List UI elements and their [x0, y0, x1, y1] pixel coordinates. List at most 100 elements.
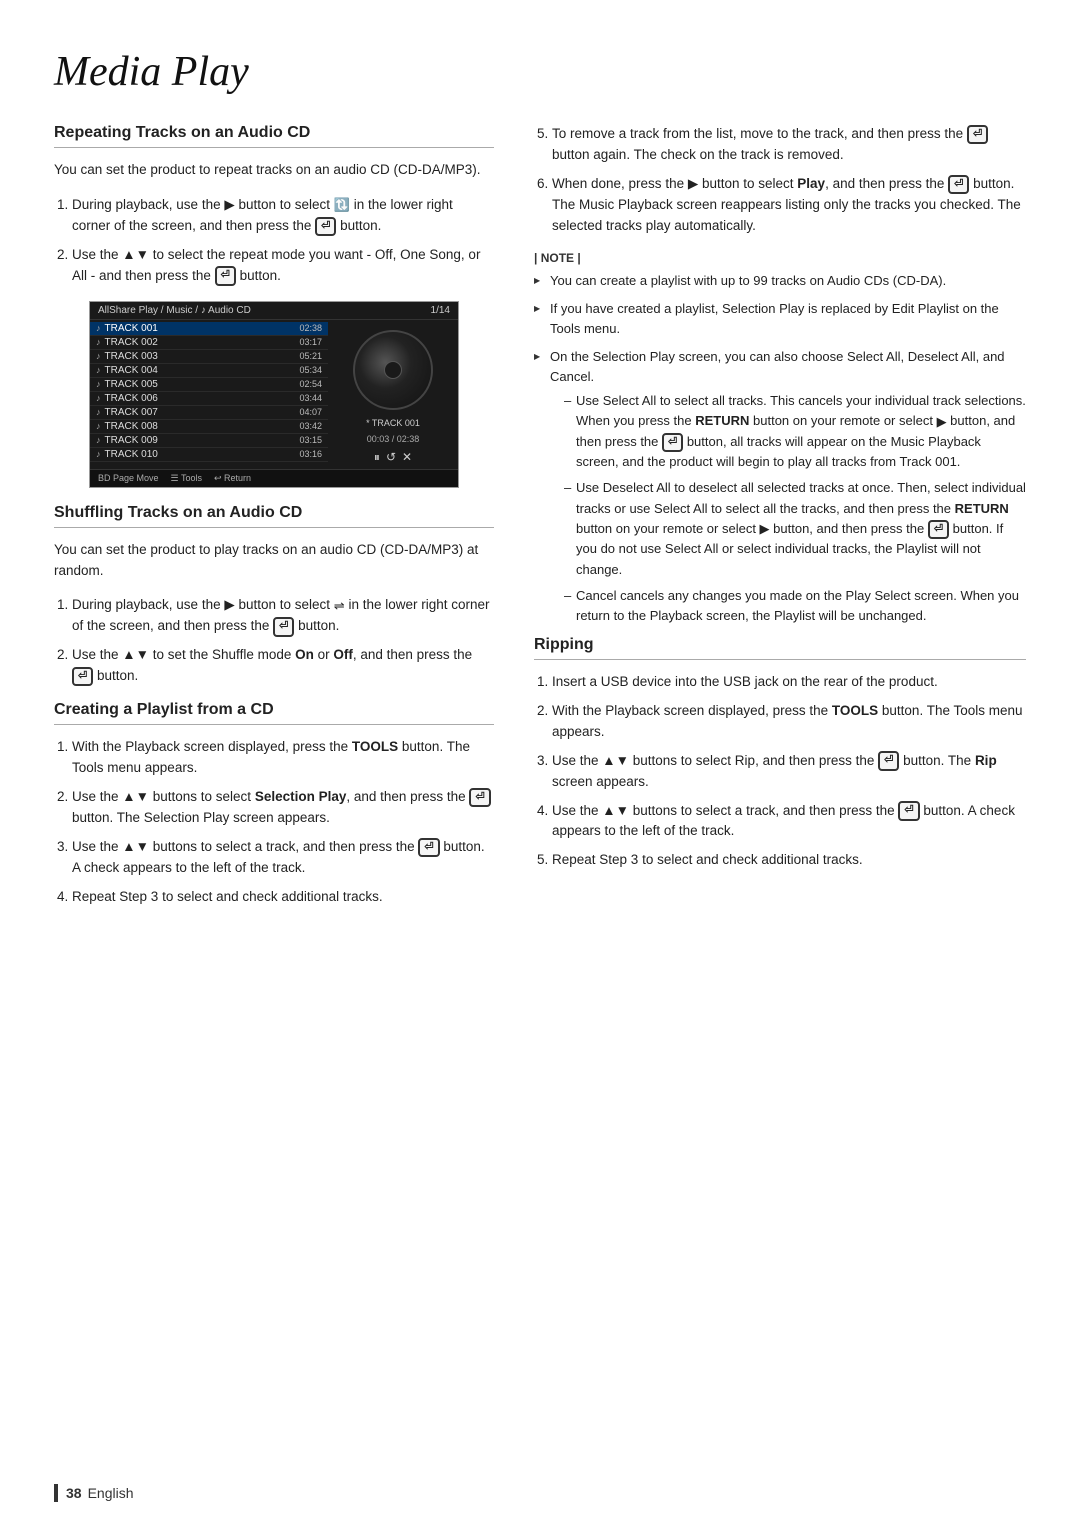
table-row: ♪ TRACK 006 03:44: [90, 392, 328, 406]
right-column: To remove a track from the list, move to…: [534, 124, 1026, 922]
step-item: During playback, use the ▶ button to sel…: [72, 195, 494, 237]
step-item: Repeat Step 3 to select and check additi…: [72, 887, 494, 908]
table-row: ♪ TRACK 007 04:07: [90, 406, 328, 420]
step-item: To remove a track from the list, move to…: [552, 124, 1026, 166]
cd-right-panel: * TRACK 001 00:03 / 02:38 ⏸ ↺ ✕: [328, 320, 458, 469]
left-column: Repeating Tracks on an Audio CD You can …: [54, 124, 494, 922]
track-time: 03:44: [299, 393, 322, 403]
track-icon: ♪: [96, 351, 101, 361]
bottombar-return: ↩ Return: [214, 473, 251, 484]
repeat-control-icon: ↺: [386, 450, 396, 465]
note-block: | NOTE | You can create a playlist with …: [534, 251, 1026, 626]
track-time: 05:21: [299, 351, 322, 361]
section-ripping: Ripping Insert a USB device into the USB…: [534, 636, 1026, 871]
enter-button: ⏎: [215, 266, 236, 285]
section-playlist: Creating a Playlist from a CD With the P…: [54, 701, 494, 907]
section-shuffling-steps: During playback, use the ▶ button to sel…: [54, 595, 494, 687]
section-repeating-title: Repeating Tracks on an Audio CD: [54, 124, 494, 148]
cd-topbar: AllShare Play / Music / ♪ Audio CD 1/14: [90, 302, 458, 320]
track-name: TRACK 003: [105, 351, 300, 362]
track-name: TRACK 007: [105, 407, 300, 418]
track-name: TRACK 004: [105, 365, 300, 376]
step-item: Use the ▲▼ to set the Shuffle mode On or…: [72, 645, 494, 687]
language-label: English: [88, 1485, 134, 1501]
list-item: You can create a playlist with up to 99 …: [534, 271, 1026, 291]
section-shuffling: Shuffling Tracks on an Audio CD You can …: [54, 504, 494, 688]
list-item: On the Selection Play screen, you can al…: [534, 347, 1026, 626]
close-icon: ✕: [402, 450, 412, 465]
cd-body: ♪ TRACK 001 02:38 ♪ TRACK 002 03:17 ♪ TR…: [90, 320, 458, 469]
track-name: TRACK 008: [105, 421, 300, 432]
list-item: Cancel cancels any changes you made on t…: [564, 586, 1026, 626]
section-playlist-title: Creating a Playlist from a CD: [54, 701, 494, 725]
track-icon: ♪: [96, 435, 101, 445]
cd-track-label: * TRACK 001: [366, 418, 420, 428]
track-name: TRACK 002: [105, 337, 300, 348]
cd-bottombar: BD Page Move ☰ Tools ↩ Return: [90, 469, 458, 487]
step-item: Repeat Step 3 to select and check additi…: [552, 850, 1026, 871]
enter-button: ⏎: [967, 125, 988, 144]
cd-screenshot: AllShare Play / Music / ♪ Audio CD 1/14 …: [89, 301, 459, 488]
pause-icon: ⏸: [374, 450, 380, 465]
enter-button: ⏎: [469, 788, 490, 807]
page-number-bar: [54, 1484, 58, 1502]
step-item: Insert a USB device into the USB jack on…: [552, 672, 1026, 693]
list-item: Use Select All to select all tracks. Thi…: [564, 391, 1026, 472]
track-time: 03:17: [299, 337, 322, 347]
track-name: TRACK 001: [105, 323, 300, 334]
track-name: TRACK 009: [105, 435, 300, 446]
step-item: When done, press the ▶ button to select …: [552, 174, 1026, 237]
enter-button: ⏎: [878, 751, 899, 770]
track-time: 02:54: [299, 379, 322, 389]
table-row: ♪ TRACK 005 02:54: [90, 378, 328, 392]
enter-button: ⏎: [418, 838, 439, 857]
track-time: 05:34: [299, 365, 322, 375]
track-icon: ♪: [96, 393, 101, 403]
cd-controls: ⏸ ↺ ✕: [374, 450, 412, 465]
table-row: ♪ TRACK 002 03:17: [90, 336, 328, 350]
track-name: TRACK 010: [105, 449, 300, 460]
enter-button: ⏎: [928, 520, 949, 539]
enter-button: ⏎: [72, 667, 93, 686]
table-row: ♪ TRACK 010 03:16: [90, 448, 328, 462]
section-repeating-steps: During playback, use the ▶ button to sel…: [54, 195, 494, 287]
step-item: With the Playback screen displayed, pres…: [552, 701, 1026, 743]
steps-continued: To remove a track from the list, move to…: [534, 124, 1026, 237]
track-icon: ♪: [96, 323, 101, 333]
step-item: During playback, use the ▶ button to sel…: [72, 595, 494, 637]
track-icon: ♪: [96, 407, 101, 417]
note-header: | NOTE |: [534, 251, 1026, 265]
enter-button: ⏎: [315, 217, 336, 236]
step-item: With the Playback screen displayed, pres…: [72, 737, 494, 779]
cd-disc-hole: [384, 361, 402, 379]
page-title: Media Play: [54, 48, 1026, 96]
section-repeating: Repeating Tracks on an Audio CD You can …: [54, 124, 494, 287]
shuffle-icon: ⇌: [334, 596, 345, 616]
section-ripping-title: Ripping: [534, 636, 1026, 660]
section-shuffling-title: Shuffling Tracks on an Audio CD: [54, 504, 494, 528]
cd-time-display: 00:03 / 02:38: [367, 434, 420, 444]
page-number: 38: [66, 1485, 82, 1501]
play-icon: ▶: [937, 412, 947, 432]
track-icon: ♪: [96, 337, 101, 347]
enter-button: ⏎: [662, 433, 683, 452]
track-time: 03:16: [299, 449, 322, 459]
bottombar-nav: BD Page Move: [98, 473, 159, 484]
list-item: Use Deselect All to deselect all selecte…: [564, 478, 1026, 579]
track-name: TRACK 005: [105, 379, 300, 390]
section-shuffling-intro: You can set the product to play tracks o…: [54, 540, 494, 582]
track-time: 03:42: [299, 421, 322, 431]
track-icon: ♪: [96, 379, 101, 389]
table-row: ♪ TRACK 009 03:15: [90, 434, 328, 448]
enter-button: ⏎: [273, 617, 294, 636]
enter-button: ⏎: [898, 801, 919, 820]
list-item: If you have created a playlist, Selectio…: [534, 299, 1026, 339]
step-item: Use the ▲▼ to select the repeat mode you…: [72, 245, 494, 287]
track-icon: ♪: [96, 365, 101, 375]
track-time: 03:15: [299, 435, 322, 445]
step-item: Use the ▲▼ buttons to select a track, an…: [72, 837, 494, 879]
bottombar-tools: ☰ Tools: [171, 473, 202, 484]
repeat-icon: 🔃: [334, 195, 350, 215]
cd-disc: [353, 330, 433, 410]
cd-path: AllShare Play / Music / ♪ Audio CD: [98, 305, 251, 316]
